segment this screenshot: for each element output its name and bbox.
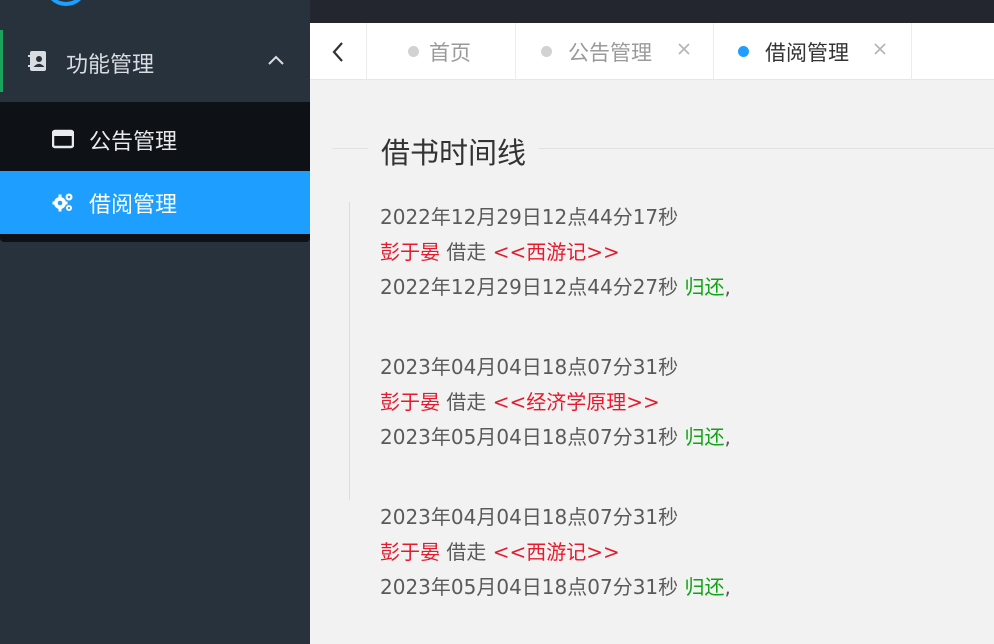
tab-bar: 首页 公告管理 借阅管理 [310,23,994,80]
page-title: 借书时间线 [368,130,540,172]
tab-label: 借阅管理 [765,41,849,65]
timeline-item: 2023年04月04日18点07分31秒 彭于晏 借走 <<经济学原理>> 20… [380,350,731,455]
timeline-item: 2022年12月29日12点44分17秒 彭于晏 借走 <<西游记>> 2022… [380,200,731,305]
return-status: 归还 [684,575,725,599]
timeline-axis [349,202,350,500]
borrower-name: 彭于晏 [380,240,440,264]
close-icon[interactable] [872,41,888,57]
return-time: 2023年05月04日18点07分31秒 [380,425,679,449]
separator: , [724,275,731,299]
borrow-action: 借走 [446,390,487,414]
tab-home[interactable]: 首页 [368,23,516,80]
borrow-time: 2023年04月04日18点07分31秒 [380,505,679,529]
tab-status-dot [738,46,749,57]
borrow-time: 2022年12月29日12点44分17秒 [380,205,679,229]
main-content: 借书时间线 2022年12月29日12点44分17秒 彭于晏 借走 <<西游记>… [310,80,994,644]
contacts-book-icon [28,51,46,71]
borrow-line: 彭于晏 借走 <<西游记>> [380,235,731,270]
chevron-up-icon[interactable] [266,50,286,70]
book-title: <<经济学原理>> [492,390,660,414]
close-icon[interactable] [676,41,692,57]
sidebar: 功能管理 公告管理 借阅管理 [0,0,310,644]
tab-status-dot [541,46,552,57]
borrow-action: 借走 [446,240,487,264]
sidebar-item-label: 借阅管理 [89,193,178,218]
chevron-left-icon [332,41,343,62]
borrower-name: 彭于晏 [380,390,440,414]
return-time: 2023年05月04日18点07分31秒 [380,575,679,599]
tab-status-dot [408,46,419,57]
sidebar-item-notice-management[interactable]: 公告管理 [0,108,310,170]
borrow-time: 2023年04月04日18点07分31秒 [380,355,679,379]
borrow-line: 彭于晏 借走 <<经济学原理>> [380,385,731,420]
timeline-item: 2023年04月04日18点07分31秒 彭于晏 借走 <<西游记>> 2023… [380,500,731,605]
separator: , [724,425,731,449]
sidebar-item-label: 公告管理 [89,130,178,155]
tab-label: 公告管理 [568,41,652,65]
borrow-line: 彭于晏 借走 <<西游记>> [380,535,731,570]
book-title: <<西游记>> [492,240,620,264]
tab-label: 首页 [429,41,471,65]
tab-scroll-left-button[interactable] [310,23,367,80]
sidebar-item-borrow-management[interactable]: 借阅管理 [0,171,310,234]
return-line: 2022年12月29日12点44分27秒 归还, [380,270,731,305]
logo [44,0,88,6]
return-time: 2022年12月29日12点44分27秒 [380,275,679,299]
tab-borrow-management[interactable]: 借阅管理 [714,23,912,80]
separator: , [724,575,731,599]
return-status: 归还 [684,425,725,449]
submenu: 公告管理 借阅管理 [0,102,310,242]
top-header [310,0,994,23]
active-indicator [0,30,3,92]
book-title: <<西游记>> [492,540,620,564]
sidebar-parent-label: 功能管理 [66,53,155,78]
return-line: 2023年05月04日18点07分31秒 归还, [380,420,731,455]
sidebar-menu-function-management[interactable]: 功能管理 [0,30,310,92]
borrower-name: 彭于晏 [380,540,440,564]
window-icon [52,129,74,149]
return-line: 2023年05月04日18点07分31秒 归还, [380,570,731,605]
tab-notice-management[interactable]: 公告管理 [516,23,714,80]
return-status: 归还 [684,275,725,299]
gears-icon [52,193,73,212]
borrow-action: 借走 [446,540,487,564]
